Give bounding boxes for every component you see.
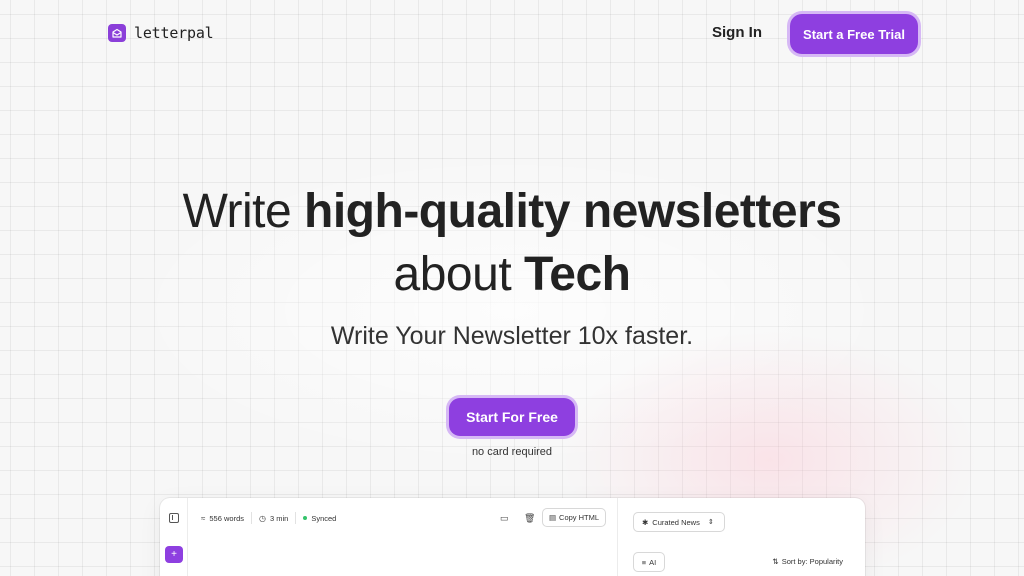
- read-time-text: 3 min: [269, 513, 289, 523]
- app-preview: + ≈ 556 words ◷ 3 min Synced ▭ 🗑 ▤ Copy …: [160, 498, 865, 576]
- start-free-trial-button[interactable]: Start a Free Trial: [790, 14, 918, 54]
- read-time: ◷ 3 min: [251, 512, 295, 524]
- ai-filter-button[interactable]: ≡ AI: [633, 552, 665, 572]
- start-for-free-button[interactable]: Start For Free: [449, 398, 575, 436]
- sort-icon: ⇅: [772, 557, 779, 566]
- headline-line-1: Write high-quality newsletters: [0, 184, 1024, 239]
- trash-icon[interactable]: 🗑: [524, 513, 535, 524]
- logo[interactable]: letterpal: [108, 24, 214, 42]
- file-icon: ▤: [548, 513, 557, 522]
- editor-rail: +: [160, 498, 188, 576]
- sort-by-label: Sort by: Popularity: [781, 557, 843, 566]
- synced-dot-icon: [303, 516, 308, 520]
- headline-bold-text: high-quality newsletters: [304, 185, 842, 238]
- sync-status: Synced: [295, 512, 343, 524]
- add-block-button[interactable]: +: [165, 546, 183, 563]
- sidebar-toggle-icon[interactable]: [169, 513, 179, 523]
- sort-by-control[interactable]: ⇅ Sort by: Popularity: [772, 557, 843, 566]
- headline-topic: Tech: [523, 248, 631, 301]
- list-icon: ≡: [641, 557, 647, 567]
- logo-text: letterpal: [134, 24, 214, 42]
- copy-html-button[interactable]: ▤ Copy HTML: [542, 508, 606, 527]
- sync-status-text: Synced: [311, 513, 337, 523]
- word-count-text: 556 words: [209, 513, 244, 523]
- clock-icon: ◷: [259, 513, 266, 523]
- headline-light-text: about: [393, 248, 524, 301]
- no-card-note: no card required: [471, 446, 553, 458]
- copy-html-label: Copy HTML: [559, 513, 600, 522]
- word-count: ≈ 556 words: [188, 512, 251, 524]
- news-panel: ✱ Curated News ⇕ ≡ AI ⇅ Sort by: Popular…: [618, 498, 865, 576]
- headline-light-text: Write: [182, 185, 305, 238]
- sign-in-link[interactable]: Sign In: [712, 24, 762, 42]
- words-icon: ≈: [201, 513, 206, 523]
- subheadline: Write Your Newsletter 10x faster.: [330, 322, 694, 350]
- monitor-icon[interactable]: ▭: [500, 513, 509, 524]
- envelope-icon: [108, 24, 126, 42]
- chevron-updown-icon: ⇕: [707, 519, 714, 526]
- ai-filter-label: AI: [649, 557, 657, 567]
- source-select-value: Curated News: [652, 517, 700, 527]
- source-select[interactable]: ✱ Curated News ⇕: [633, 512, 725, 532]
- slack-icon: ✱: [642, 517, 649, 527]
- headline-line-2: about Tech: [0, 247, 1024, 302]
